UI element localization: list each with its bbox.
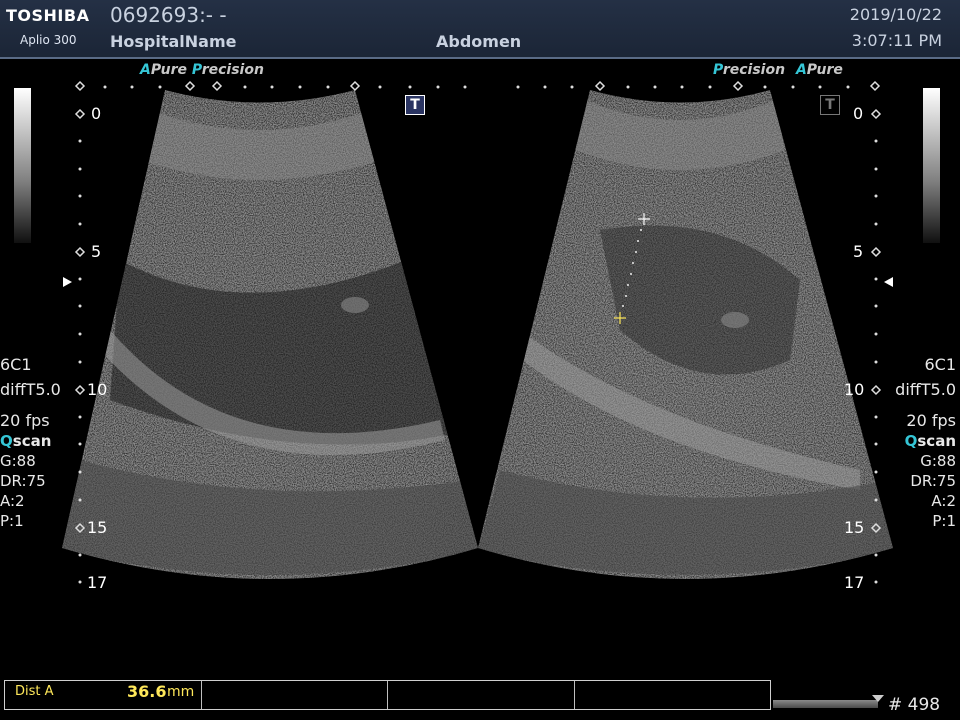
right-focus-marker[interactable]: [884, 277, 893, 287]
right-depth-5: 5: [853, 242, 864, 261]
a-value: A:2: [0, 492, 25, 510]
p-value: P:1: [0, 512, 24, 530]
imaging-mode: diffT5.0: [895, 380, 956, 399]
left-depth-17: 17: [87, 573, 108, 592]
cine-position-marker[interactable]: [872, 695, 884, 703]
left-focus-marker[interactable]: [63, 277, 72, 287]
measurement-panel: Dist A 36.6 mm: [4, 680, 771, 710]
frame-rate: 20 fps: [0, 411, 50, 430]
frame-rate: 20 fps: [906, 411, 956, 430]
left-depth-5: 5: [91, 242, 102, 261]
left-ultrasound-image: [62, 90, 478, 579]
right-depth-15: 15: [844, 518, 865, 537]
frame-number: # 498: [888, 695, 941, 715]
left-depth-0: 0: [91, 104, 102, 123]
right-depth-0: 0: [853, 104, 864, 123]
right-depth-10: 10: [844, 380, 865, 399]
right-t-button[interactable]: T: [820, 95, 840, 115]
ultrasound-viewport: [62, 80, 893, 584]
cine-progress-bar[interactable]: [773, 700, 878, 708]
left-depth-15: 15: [87, 518, 108, 537]
left-lateral-scale: [103, 85, 467, 89]
a-value: A:2: [931, 492, 956, 510]
right-depth-17: 17: [844, 573, 865, 592]
gain-value: G:88: [0, 452, 36, 470]
right-image-label: Precision APure: [713, 62, 843, 78]
dynamic-range-value: DR:75: [0, 472, 46, 490]
qscan-label: Qscan: [0, 432, 52, 450]
right-depth-markers: [870, 108, 882, 534]
measurement-value: 36.6: [127, 682, 167, 701]
right-lateral-scale: [516, 85, 850, 89]
left-depth-10: 10: [87, 380, 108, 399]
gain-value: G:88: [920, 452, 956, 470]
imaging-mode: diffT5.0: [0, 380, 61, 399]
right-grayscale-bar: [923, 88, 940, 243]
right-parameters: 6C1 diffT5.0 20 fps Qscan G:88 DR:75 A:2…: [895, 355, 956, 531]
left-grayscale-bar: [14, 88, 31, 243]
lateral-scale-diamonds: [74, 80, 881, 92]
measurement-cell-empty: [388, 681, 575, 709]
right-ultrasound-image: [478, 90, 893, 579]
measurement-unit: mm: [167, 684, 195, 700]
qscan-label: Qscan: [904, 432, 956, 450]
dynamic-range-value: DR:75: [910, 472, 956, 490]
left-parameters: 6C1 diffT5.0 20 fps Qscan G:88 DR:75 A:2…: [0, 355, 61, 531]
p-value: P:1: [932, 512, 956, 530]
measurement-cell-empty: [202, 681, 388, 709]
left-image-label: APure Precision: [140, 62, 264, 78]
measurement-label: Dist A: [15, 684, 54, 699]
measurement-cell: Dist A 36.6 mm: [5, 681, 202, 709]
measurement-cell-empty: [575, 681, 770, 709]
left-t-button[interactable]: T: [405, 95, 425, 115]
probe-name: 6C1: [0, 355, 32, 374]
probe-name: 6C1: [924, 355, 956, 374]
